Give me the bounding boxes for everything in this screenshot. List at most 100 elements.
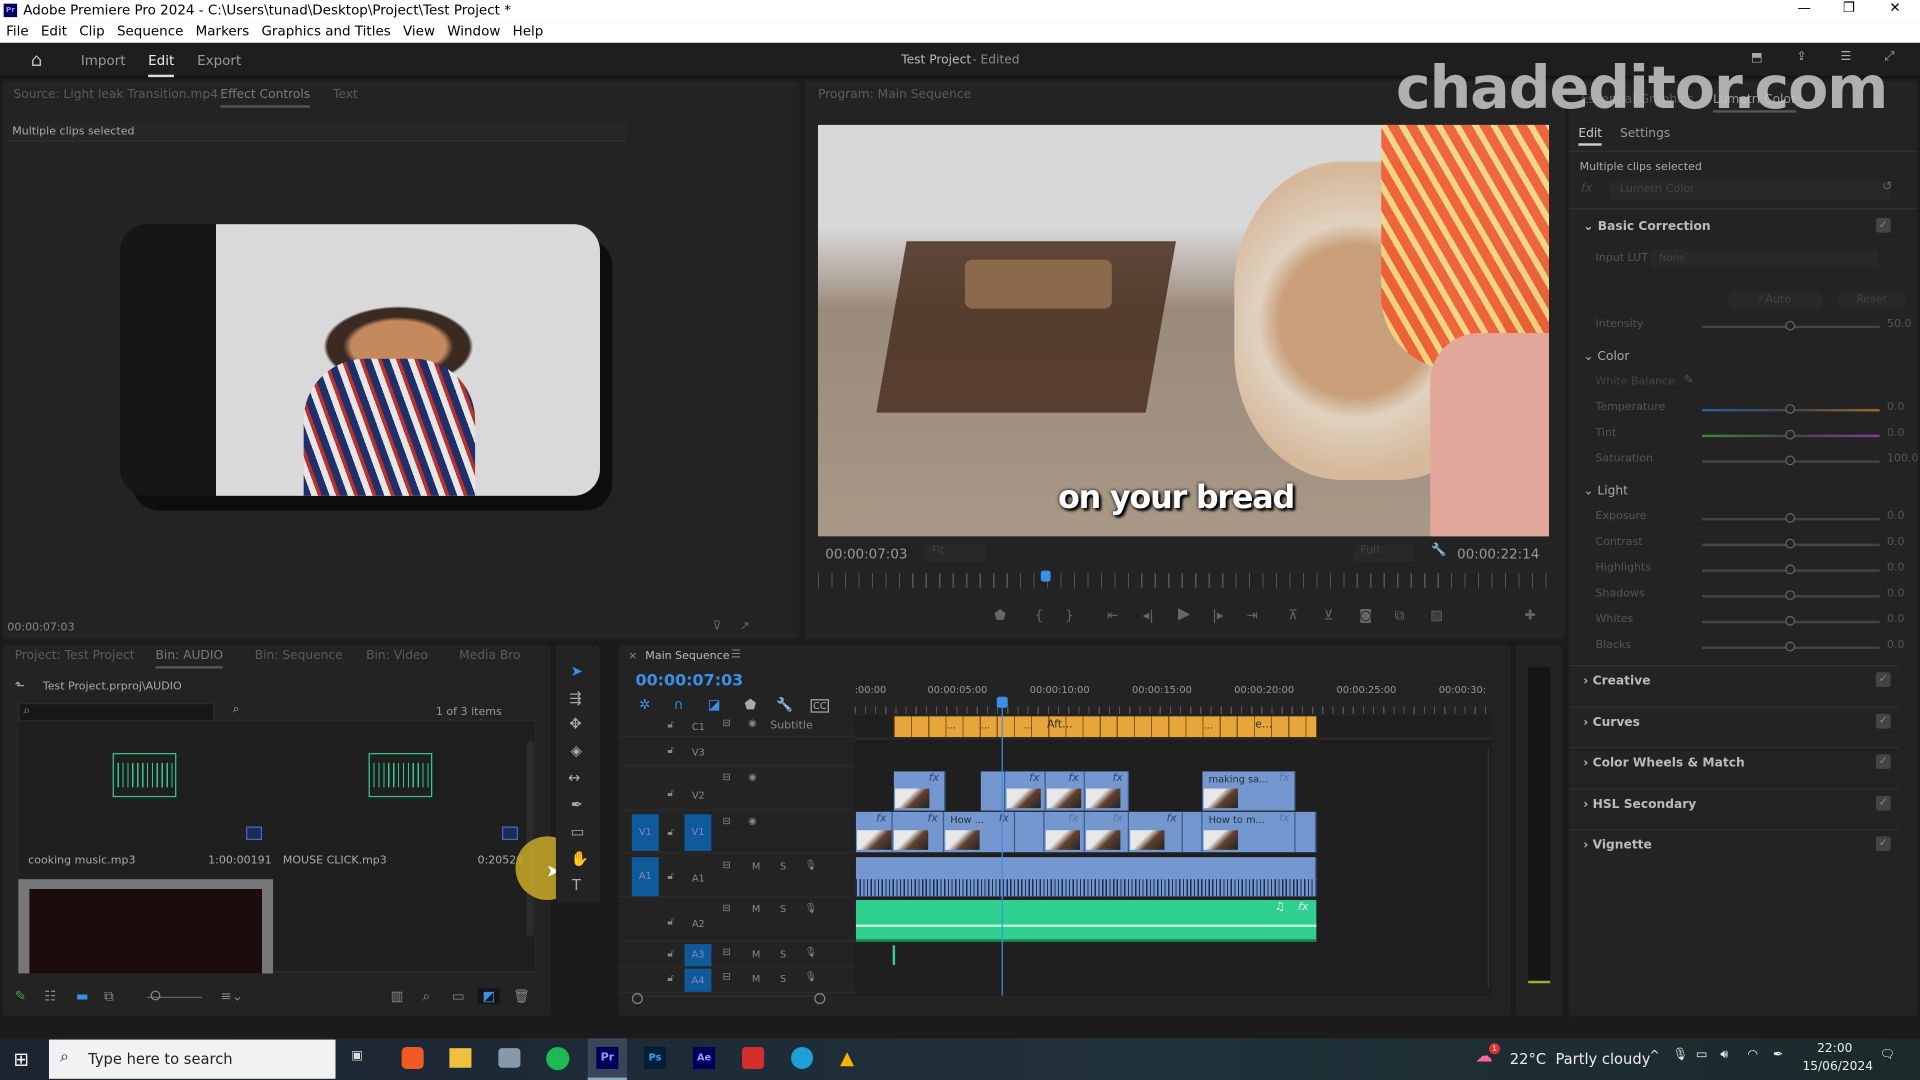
home-icon[interactable]: ⌂ xyxy=(31,49,43,71)
sync-lock-icon[interactable]: ⊟ xyxy=(722,971,730,982)
freeform-view-icon[interactable]: ⧉ xyxy=(104,988,114,1005)
section-enable-checkbox[interactable]: ✓ xyxy=(1875,672,1891,687)
section-light[interactable]: ⌄ Light xyxy=(1583,485,1628,498)
microphone-icon[interactable]: 🎙︎ xyxy=(804,860,816,871)
restore-button[interactable]: ❐ xyxy=(1843,0,1855,16)
export-frame-icon[interactable]: ◙ xyxy=(1359,607,1372,623)
tab-media-browser[interactable]: Media Bro xyxy=(459,649,520,662)
menu-clip[interactable]: Clip xyxy=(73,22,111,43)
sync-lock-icon[interactable]: ⊟ xyxy=(722,771,730,782)
slider-knob[interactable] xyxy=(1785,590,1796,601)
tab-edit[interactable]: Edit xyxy=(148,53,175,78)
slider-value[interactable]: 100.0 xyxy=(1887,453,1919,465)
solo-button[interactable]: S xyxy=(780,973,786,984)
weather-text[interactable]: 22°C Partly cloudy xyxy=(1510,1051,1651,1068)
menu-file[interactable]: File xyxy=(0,22,35,43)
notifications-icon[interactable]: 🗨︎ xyxy=(1880,1048,1896,1061)
photoshop-icon[interactable]: Ps xyxy=(644,1046,667,1069)
video-clip[interactable]: fx xyxy=(1084,811,1129,853)
proxy-toggle-icon[interactable]: ▨ xyxy=(1430,607,1443,623)
source-patch-v1[interactable]: V1 xyxy=(631,814,659,852)
zoom-slider-knob[interactable] xyxy=(150,990,161,1001)
source-patch-a1[interactable]: A1 xyxy=(631,857,659,897)
item-name[interactable]: MOUSE CLICK.mp3 xyxy=(283,855,387,867)
step-back-icon[interactable]: ◂| xyxy=(1142,607,1153,623)
lumetri-slider[interactable]: Temperature 0.0 xyxy=(1596,402,1904,419)
filter-icon[interactable]: ⊽ xyxy=(713,620,722,633)
subtab-edit[interactable]: Edit xyxy=(1578,127,1603,146)
lumetri-slider[interactable]: Shadows 0.0 xyxy=(1596,588,1904,605)
rectangle-tool-icon[interactable]: ▭ xyxy=(571,823,585,840)
auto-button[interactable]: ⁄ Auto xyxy=(1727,291,1824,310)
section-color[interactable]: ⌄ Color xyxy=(1583,350,1629,363)
mute-button[interactable]: M xyxy=(752,904,760,915)
slider-knob[interactable] xyxy=(1785,455,1796,466)
zoom-select[interactable]: Fit xyxy=(924,544,986,563)
item-name[interactable]: cooking music.mp3 xyxy=(28,855,135,867)
lock-icon[interactable]: 🔓︎ xyxy=(667,787,673,799)
icon-view-icon[interactable]: ▬ xyxy=(76,988,89,1004)
close-sequence-icon[interactable]: × xyxy=(628,650,637,662)
track-target-v1[interactable]: V1 xyxy=(684,814,712,852)
video-clip[interactable]: fx xyxy=(892,811,945,853)
sync-lock-icon[interactable]: ⊟ xyxy=(722,860,730,871)
solo-button[interactable]: S xyxy=(780,904,786,915)
menu-sequence[interactable]: Sequence xyxy=(111,22,190,43)
program-scrubber[interactable] xyxy=(817,573,1549,588)
tab-text[interactable]: Text xyxy=(333,88,358,101)
mute-button[interactable]: M xyxy=(752,861,760,872)
slider-knob[interactable] xyxy=(1785,564,1796,575)
volume-line[interactable] xyxy=(855,924,1317,927)
lumetri-slider[interactable]: Blacks 0.0 xyxy=(1596,639,1904,656)
slider-value[interactable]: 0.0 xyxy=(1887,639,1905,651)
clock-time[interactable]: 22:00 xyxy=(1817,1042,1852,1055)
video-clip[interactable]: fx xyxy=(1045,771,1085,811)
slider-value[interactable]: 0.0 xyxy=(1887,511,1905,523)
section-basic-correction[interactable]: ⌄ Basic Correction xyxy=(1583,220,1710,233)
slider-knob[interactable] xyxy=(1785,404,1796,414)
search-input[interactable]: ⌕ xyxy=(18,702,215,722)
slider-value[interactable]: 0.0 xyxy=(1887,427,1905,439)
step-forward-icon[interactable]: |▸ xyxy=(1212,607,1223,623)
lock-icon[interactable]: 🔓︎ xyxy=(667,871,673,883)
video-clip[interactable]: making sa... fx xyxy=(1202,771,1296,811)
lock-icon[interactable]: 🔓︎ xyxy=(667,719,673,731)
edge-icon[interactable] xyxy=(791,1046,814,1069)
volume-icon[interactable]: 🔊︎ xyxy=(1720,1048,1728,1061)
playhead[interactable] xyxy=(1001,699,1003,996)
eye-icon[interactable]: ◉ xyxy=(748,718,757,729)
new-item-icon[interactable]: ◩ xyxy=(477,988,501,1005)
close-button[interactable]: ✕ xyxy=(1889,0,1900,16)
spotify-icon[interactable] xyxy=(546,1046,570,1071)
slider-value[interactable]: 0.0 xyxy=(1887,588,1905,600)
microphone-icon[interactable]: 🎙︎ xyxy=(804,947,816,958)
solo-button[interactable]: S xyxy=(780,949,786,960)
video-clip[interactable] xyxy=(1182,811,1203,853)
effect-select[interactable]: Lumetri Color xyxy=(1610,181,1891,200)
section-hsl-secondary[interactable]: › HSL Secondary xyxy=(1583,798,1696,811)
settings-wrench-icon[interactable]: 🔧 xyxy=(1431,544,1446,557)
acrobat-icon[interactable] xyxy=(742,1046,765,1069)
track-select-tool-icon[interactable]: ⇶ xyxy=(569,689,581,706)
reset-button[interactable]: Reset xyxy=(1836,291,1907,310)
microphone-icon[interactable]: 🎙︎ xyxy=(804,971,816,982)
wifi-icon[interactable]: ◠ xyxy=(1747,1048,1758,1061)
slider-knob[interactable] xyxy=(1785,641,1796,652)
play-button[interactable]: ▶ xyxy=(1178,605,1190,623)
scroll-handle-right[interactable] xyxy=(814,993,826,1005)
video-clip[interactable]: fx xyxy=(1005,771,1046,811)
tab-bin-sequence[interactable]: Bin: Sequence xyxy=(255,649,343,662)
video-clip[interactable]: fx xyxy=(1128,811,1183,853)
slider-value[interactable]: 50.0 xyxy=(1887,318,1912,330)
slider-knob[interactable] xyxy=(1785,538,1796,549)
sync-lock-icon[interactable]: ⊟ xyxy=(722,947,730,958)
lumetri-slider[interactable]: Contrast 0.0 xyxy=(1596,536,1904,553)
menu-view[interactable]: View xyxy=(397,22,441,43)
tab-main-sequence[interactable]: Main Sequence xyxy=(645,650,729,662)
selection-tool-icon[interactable]: ➤ xyxy=(571,662,583,679)
hand-tool-icon[interactable]: ✋ xyxy=(571,850,589,867)
lumetri-slider[interactable]: Tint 0.0 xyxy=(1596,427,1904,444)
new-bin-icon[interactable]: ▭ xyxy=(452,988,465,1004)
razor-tool-icon[interactable]: ◈ xyxy=(571,742,582,759)
tab-export[interactable]: Export xyxy=(197,53,241,69)
